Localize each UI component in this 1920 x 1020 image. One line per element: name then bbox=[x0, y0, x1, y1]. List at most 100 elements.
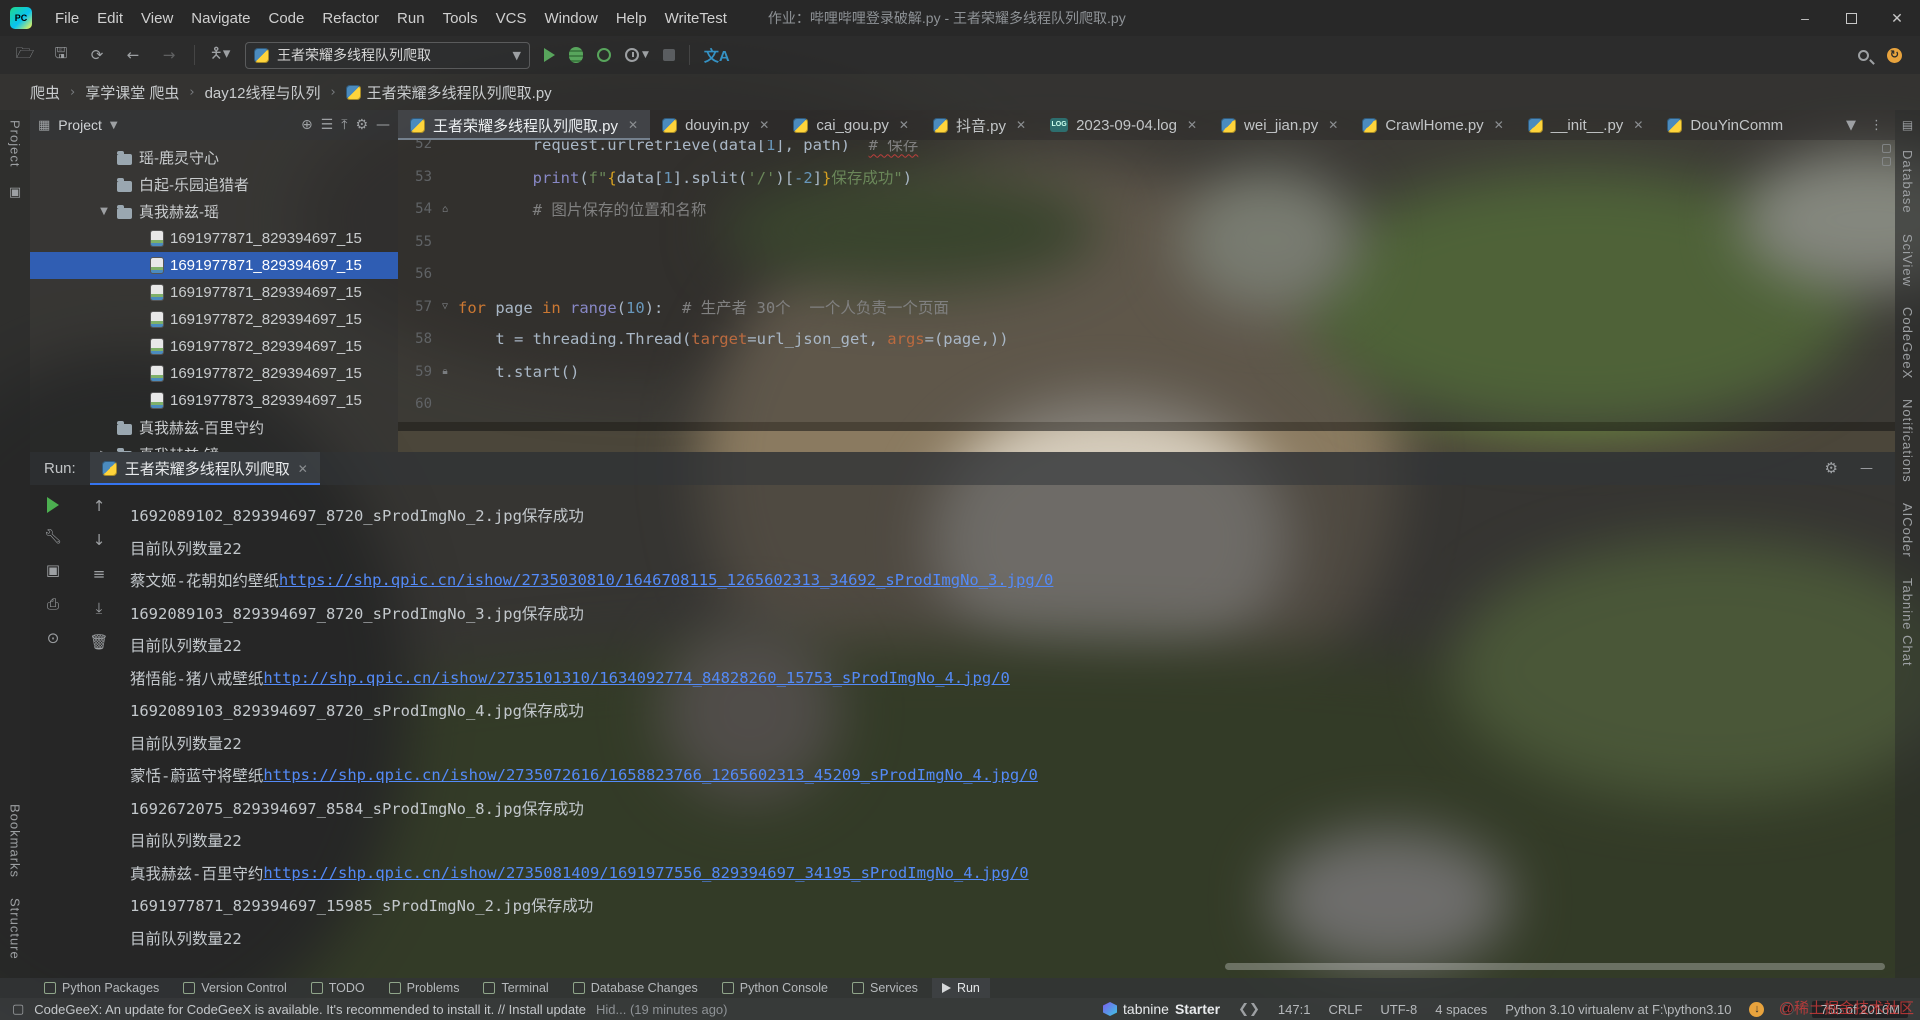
tree-file-item[interactable]: 1691977871_829394697_15 bbox=[30, 225, 398, 252]
menu-item-refactor[interactable]: Refactor bbox=[313, 6, 388, 31]
editor-tab[interactable]: 抖音.py ✕ bbox=[921, 110, 1038, 140]
search-everywhere-icon[interactable] bbox=[1858, 49, 1869, 61]
close-tab-icon[interactable]: ✕ bbox=[628, 118, 638, 132]
rerun-button[interactable] bbox=[47, 497, 59, 513]
kebab-menu-icon[interactable]: ⋮ bbox=[1870, 118, 1883, 133]
gutter-bookmark-icon[interactable]: ⌂ bbox=[432, 204, 458, 215]
tree-folder-item[interactable]: 白起-乐园追猎者 bbox=[30, 171, 398, 198]
toolwindow-button-database-changes[interactable]: Database Changes bbox=[563, 978, 708, 998]
open-folder-icon[interactable]: 🗁 bbox=[14, 43, 36, 68]
editor-horizontal-scrollbar[interactable] bbox=[398, 422, 1895, 431]
menu-item-window[interactable]: Window bbox=[535, 6, 606, 31]
scroll-to-end-icon[interactable]: ⤓ bbox=[96, 599, 103, 617]
close-tab-icon[interactable]: ✕ bbox=[759, 118, 769, 132]
tree-file-item[interactable]: 1691977872_829394697_15 bbox=[30, 333, 398, 360]
gutter-fold-icon[interactable]: ▽ bbox=[432, 301, 458, 312]
toolwindow-button-run[interactable]: Run bbox=[931, 978, 990, 998]
console-link[interactable]: https://shp.qpic.cn/ishow/2735081409/169… bbox=[263, 864, 1028, 882]
toolwindow-button-version-control[interactable]: Version Control bbox=[173, 978, 296, 998]
event-log-message[interactable]: Hid... (19 minutes ago) bbox=[596, 1002, 728, 1017]
console-link[interactable]: https://shp.qpic.cn/ishow/2735030810/164… bbox=[279, 571, 1054, 589]
run-configuration-select[interactable]: 王者荣耀多线程队列爬取 ▼ bbox=[245, 41, 530, 69]
sidebar-item-sciview[interactable]: SciView bbox=[1900, 224, 1915, 297]
toolwindow-button-problems[interactable]: Problems bbox=[379, 978, 470, 998]
close-tab-icon[interactable]: ✕ bbox=[899, 118, 909, 132]
wrench-icon[interactable]: 🔧︎ bbox=[44, 529, 62, 545]
editor-tab[interactable]: wei_jian.py ✕ bbox=[1209, 110, 1350, 140]
editor-tab[interactable]: __init__.py ✕ bbox=[1516, 110, 1656, 140]
sidebar-item-tabnine-chat[interactable]: Tabnine Chat bbox=[1900, 568, 1915, 677]
commit-tool-icon[interactable]: ▣ bbox=[9, 185, 21, 200]
chevron-down-icon[interactable]: ▼ bbox=[110, 120, 118, 131]
menu-item-file[interactable]: File bbox=[46, 6, 88, 31]
tree-chevron-icon[interactable]: ▼ bbox=[98, 206, 110, 217]
tree-file-item[interactable]: 1691977872_829394697_15 bbox=[30, 306, 398, 333]
run-tab[interactable]: 王者荣耀多线程队列爬取 ✕ bbox=[89, 452, 320, 485]
editor-tab[interactable]: cai_gou.py ✕ bbox=[781, 110, 921, 140]
inspection-widget-icon[interactable] bbox=[1881, 144, 1891, 153]
chevron-down-icon[interactable]: ▼ bbox=[642, 50, 649, 60]
down-stack-trace-icon[interactable]: ↓ bbox=[93, 531, 106, 549]
console-horizontal-scrollbar[interactable] bbox=[1225, 963, 1885, 970]
back-icon[interactable]: ← bbox=[122, 46, 144, 64]
tree-folder-item[interactable]: ▼ 真我赫兹-瑶 bbox=[30, 198, 398, 225]
hide-panel-icon[interactable]: — bbox=[376, 117, 390, 133]
breadcrumb-item[interactable]: 爬虫 bbox=[26, 80, 64, 105]
menu-item-help[interactable]: Help bbox=[607, 6, 656, 31]
up-stack-trace-icon[interactable]: ↑ bbox=[93, 497, 106, 515]
update-badge-icon[interactable]: ↻ bbox=[1887, 47, 1902, 63]
breadcrumb-item[interactable]: 享学课堂 爬虫 bbox=[81, 80, 183, 105]
tree-folder-item[interactable]: ▶真我赫兹-镜 bbox=[30, 441, 398, 452]
hide-run-panel-icon[interactable]: — bbox=[1860, 461, 1873, 476]
python-interpreter-indicator[interactable]: Python 3.10 virtualenv at F:\python3.10 bbox=[1505, 1002, 1731, 1017]
project-panel-title[interactable]: Project bbox=[58, 117, 102, 133]
panels-icon[interactable]: ▤ bbox=[1902, 118, 1913, 132]
profile-settings-icon[interactable]: 🯅▾ bbox=[209, 43, 231, 68]
menu-item-navigate[interactable]: Navigate bbox=[182, 6, 259, 31]
codegeex-update-message[interactable]: CodeGeeX: An update for CodeGeeX is avai… bbox=[34, 1002, 586, 1017]
close-tab-icon[interactable]: ✕ bbox=[1187, 118, 1197, 132]
console-link[interactable]: http://shp.qpic.cn/ishow/2735101310/1634… bbox=[263, 669, 1010, 687]
toolwindow-button-python-console[interactable]: Python Console bbox=[712, 978, 838, 998]
tree-file-item[interactable]: 1691977873_829394697_15 bbox=[30, 387, 398, 414]
menu-item-tools[interactable]: Tools bbox=[434, 6, 487, 31]
sidebar-item-codegeex[interactable]: CodeGeeX bbox=[1900, 297, 1915, 389]
menu-item-edit[interactable]: Edit bbox=[88, 6, 132, 31]
editor-tab[interactable]: CrawlHome.py ✕ bbox=[1350, 110, 1515, 140]
locate-file-icon[interactable]: ⊕ bbox=[301, 117, 313, 133]
minimize-button[interactable]: – bbox=[1782, 0, 1828, 36]
run-console-output[interactable]: 1692089102_829394697_8720_sProdImgNo_2.j… bbox=[130, 485, 1895, 978]
restore-layout-icon[interactable]: ▣ bbox=[46, 561, 60, 579]
translate-icon[interactable]: 文A bbox=[704, 45, 730, 66]
editor-tab[interactable]: LOG 2023-09-04.log ✕ bbox=[1038, 110, 1209, 140]
expand-all-icon[interactable]: ☰ bbox=[321, 117, 334, 133]
tree-file-item[interactable]: 1691977871_829394697_15 bbox=[30, 279, 398, 306]
menu-item-code[interactable]: Code bbox=[259, 6, 313, 31]
pin-icon[interactable]: ⊙ bbox=[47, 629, 60, 647]
tree-folder-item[interactable]: 瑶-鹿灵守心 bbox=[30, 144, 398, 171]
close-tab-icon[interactable]: ✕ bbox=[1016, 118, 1026, 132]
close-tab-icon[interactable]: ✕ bbox=[1328, 118, 1338, 132]
memory-indicator[interactable]: 755 of 2016M bbox=[1812, 1000, 1908, 1018]
update-available-icon[interactable]: ↓ bbox=[1749, 1001, 1765, 1017]
code-editor[interactable]: 52 request.urlretrieve(data[1], path) # … bbox=[398, 140, 1895, 422]
tree-folder-item[interactable]: 真我赫兹-百里守约 bbox=[30, 414, 398, 441]
tree-file-item[interactable]: 1691977872_829394697_15 bbox=[30, 360, 398, 387]
menu-item-view[interactable]: View bbox=[132, 6, 182, 31]
stop-button[interactable] bbox=[662, 49, 675, 61]
close-button[interactable]: ✕ bbox=[1874, 0, 1920, 36]
forward-icon[interactable]: → bbox=[158, 46, 180, 64]
toolwindow-button-python-packages[interactable]: Python Packages bbox=[34, 978, 169, 998]
tabnine-status[interactable]: tabnine Starter bbox=[1103, 1001, 1220, 1017]
menu-item-vcs[interactable]: VCS bbox=[487, 6, 536, 31]
sync-icon[interactable]: ⟳ bbox=[86, 46, 108, 64]
indent-indicator[interactable]: 4 spaces bbox=[1435, 1002, 1487, 1017]
toolwindow-button-todo[interactable]: TODO bbox=[301, 978, 375, 998]
close-tab-icon[interactable]: ✕ bbox=[1633, 118, 1643, 132]
run-settings-gear-icon[interactable]: ⚙ bbox=[1825, 461, 1838, 476]
encoding-indicator[interactable]: UTF-8 bbox=[1380, 1002, 1417, 1017]
close-icon[interactable]: ✕ bbox=[298, 462, 308, 476]
menu-item-writetest[interactable]: WriteTest bbox=[656, 6, 736, 31]
caret-position[interactable]: 147:1 bbox=[1278, 1002, 1311, 1017]
sidebar-item-structure[interactable]: Structure bbox=[8, 888, 23, 970]
